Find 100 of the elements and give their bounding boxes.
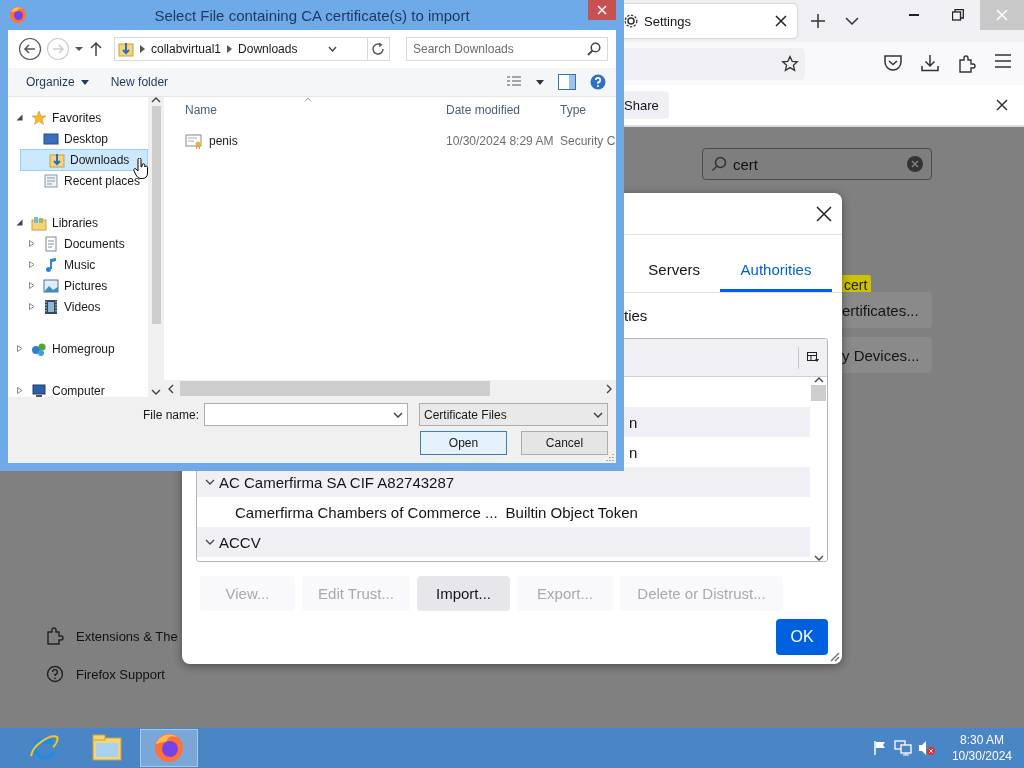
nav-item[interactable]: Computer [28, 379, 108, 397]
scroll-thumb[interactable] [180, 381, 490, 396]
file-name[interactable]: penis [164, 133, 440, 149]
column-header[interactable]: Date modified [440, 102, 560, 117]
nav-item[interactable]: Recent places [40, 169, 144, 192]
close-icon[interactable] [996, 99, 1008, 111]
document-icon [43, 235, 59, 252]
refresh-icon[interactable] [371, 42, 386, 56]
clear-icon[interactable] [907, 156, 923, 172]
up-arrow-icon[interactable] [88, 41, 104, 57]
sidebar-link[interactable]: Extensions & The [76, 628, 178, 644]
chevron-icon[interactable] [845, 17, 859, 25]
downloads-folder-icon [118, 41, 134, 57]
toolbar-button[interactable]: Organize [18, 73, 97, 91]
search-input[interactable]: cert [733, 155, 901, 173]
scroll-up-icon[interactable] [151, 97, 161, 103]
puzzle-icon [46, 627, 64, 645]
search-field[interactable]: Search Downloads [406, 37, 608, 61]
close-icon[interactable] [816, 205, 832, 222]
nav-item[interactable]: Pictures [40, 274, 111, 297]
column-header[interactable]: Type [560, 102, 586, 117]
back-icon[interactable] [18, 37, 42, 61]
toolbar-button[interactable]: New folder [102, 73, 177, 91]
dialog-button[interactable]: Cancel [521, 431, 608, 455]
scrollbar[interactable] [148, 97, 164, 397]
search-field[interactable]: cert [702, 148, 932, 180]
dropdown-icon[interactable] [74, 46, 84, 52]
close-icon[interactable] [775, 15, 787, 27]
column-header[interactable]: Name [164, 102, 440, 117]
chevron-icon[interactable] [227, 45, 233, 53]
chevron-icon[interactable] [140, 45, 145, 53]
close-button[interactable] [588, 0, 616, 20]
scrollbar[interactable] [810, 377, 827, 561]
new-tab-icon[interactable] [811, 14, 825, 28]
puzzle-icon[interactable] [957, 53, 977, 74]
scroll-thumb[interactable] [151, 106, 161, 324]
help-icon[interactable] [590, 74, 606, 90]
chevron-icon[interactable] [205, 479, 215, 485]
nav-item[interactable]: Homegroup [28, 337, 118, 360]
field-label: File name: [142, 407, 199, 422]
preview-pane-icon[interactable] [558, 74, 576, 90]
network-icon[interactable] [893, 740, 912, 756]
nav-item[interactable]: Libraries [28, 211, 102, 234]
nav-item[interactable]: Downloads [20, 148, 148, 171]
pocket-icon[interactable] [883, 53, 903, 72]
picture-icon [43, 277, 59, 294]
recent-places-icon [43, 172, 59, 189]
download-icon[interactable] [920, 53, 940, 72]
scrollbar[interactable] [164, 380, 616, 397]
star-icon[interactable] [781, 54, 799, 73]
scroll-left-icon[interactable] [168, 383, 174, 394]
chevron-icon[interactable] [205, 539, 215, 545]
address-bar[interactable]: collabvirtual1 Downloads [114, 37, 390, 61]
group-name: ACCV [219, 533, 261, 551]
resize-grip-icon[interactable] [606, 453, 614, 461]
music-note-icon [43, 256, 59, 273]
clock-time[interactable]: 8:30 AM [959, 732, 1004, 748]
dialog-tab[interactable]: Servers [628, 250, 720, 292]
table-cell-text: 10/30/2024 8:29 AM [445, 134, 555, 148]
breadcrumb-item[interactable]: Downloads [238, 42, 298, 56]
search-icon [587, 42, 601, 56]
help-icon [46, 665, 64, 683]
scroll-down-icon [151, 389, 161, 395]
film-icon [43, 298, 59, 315]
nav-item[interactable]: Favorites [28, 106, 105, 129]
dropdown-icon[interactable] [327, 46, 337, 52]
menu-icon[interactable] [994, 53, 1012, 68]
scroll-thumb[interactable] [811, 385, 826, 401]
dialog-button[interactable]: Open [420, 431, 507, 455]
sort-icon [304, 97, 312, 102]
breadcrumb-item[interactable]: collabvirtual1 [151, 42, 222, 56]
expander-icon[interactable] [16, 219, 23, 226]
speaker-muted-icon[interactable] [917, 740, 936, 756]
taskbar-app[interactable] [140, 729, 198, 767]
firefox-icon [153, 732, 185, 764]
scroll-up-icon[interactable] [813, 377, 824, 383]
nav-item[interactable]: Music [40, 253, 99, 276]
flag-icon[interactable] [871, 740, 888, 756]
computer-icon [31, 382, 47, 397]
firefox-icon [9, 6, 27, 24]
restore-icon[interactable] [952, 9, 964, 21]
file-name-field[interactable] [204, 403, 408, 426]
ok-button[interactable]: OK [776, 619, 828, 655]
security-device: Builtin Object Token [505, 503, 638, 521]
resize-grip-icon[interactable] [828, 650, 840, 662]
file-type-dropdown[interactable]: Certificate Files [419, 403, 608, 426]
nav-item[interactable]: Desktop [40, 127, 112, 150]
clock-date[interactable]: 10/30/2024 [951, 748, 1012, 764]
certificate-icon [185, 133, 203, 149]
column-picker-icon[interactable] [807, 352, 819, 363]
folder-icon [91, 732, 123, 764]
expander-icon[interactable] [16, 114, 23, 121]
sidebar-link[interactable]: Firefox Support [76, 666, 165, 682]
dialog-button[interactable]: Import... [417, 576, 510, 611]
certificate-name: Camerfirma Chambers of Commerce ... [235, 503, 498, 521]
nav-item[interactable]: Videos [40, 295, 104, 318]
dropdown-icon[interactable] [593, 411, 603, 418]
table-cell: n [629, 443, 638, 461]
nav-item[interactable]: Documents [40, 232, 128, 255]
dialog-tab[interactable]: Authorities [720, 250, 832, 292]
